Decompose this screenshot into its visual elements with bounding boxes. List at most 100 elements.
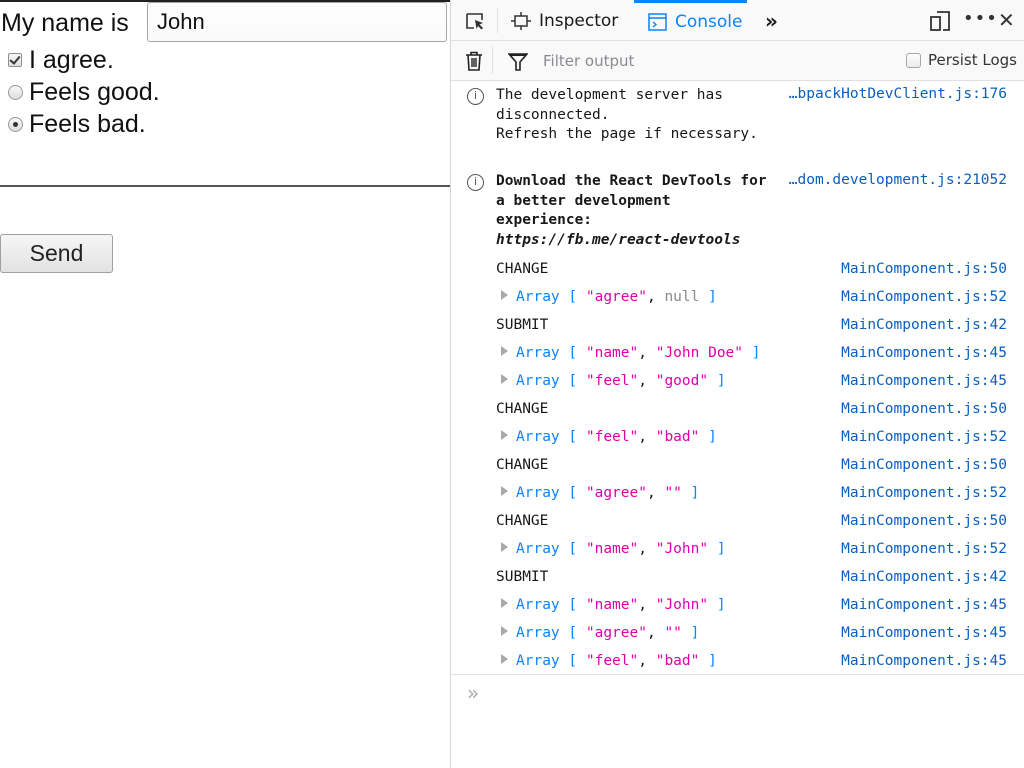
expand-triangle-icon[interactable] <box>501 290 508 300</box>
expand-triangle-icon[interactable] <box>501 541 508 552</box>
array-object[interactable]: Array [ "feel", "bad" ] <box>501 653 717 669</box>
bracket-close: ] <box>708 540 726 557</box>
array-keyword: Array <box>516 373 560 389</box>
log-row-array: Array [ "agree", null ] MainComponent.js:… <box>451 284 1024 312</box>
array-object[interactable]: Array [ "agree", "" ] <box>501 485 699 501</box>
more-tabs-icon[interactable]: » <box>765 9 778 33</box>
source-link[interactable]: MainComponent.js:50 <box>841 457 1007 473</box>
expand-triangle-icon[interactable] <box>501 429 508 440</box>
persist-logs-toggle[interactable]: Persist Logs <box>906 51 1017 69</box>
log-row: SUBMIT MainComponent.js:42 <box>451 564 1024 592</box>
filter-output-input[interactable] <box>535 47 865 75</box>
array-item: "bad" <box>655 428 700 445</box>
send-button[interactable]: Send <box>0 234 113 273</box>
feel-good-radio-row[interactable]: Feels good. <box>0 76 160 108</box>
log-row-array: Array [ "name", "John Doe" ] MainComponen… <box>451 340 1024 368</box>
dock-side-icon[interactable] <box>929 10 951 36</box>
feel-bad-radio[interactable] <box>8 116 23 132</box>
array-object[interactable]: Array [ "agree", null ] <box>501 289 717 305</box>
bracket-close: ] <box>743 345 761 361</box>
array-object[interactable]: Array [ "feel", "good" ] <box>501 373 726 389</box>
comma: , <box>638 345 656 361</box>
source-link[interactable]: MainComponent.js:45 <box>841 345 1007 361</box>
source-link[interactable]: MainComponent.js:42 <box>841 569 1007 585</box>
persist-logs-checkbox[interactable] <box>906 52 921 68</box>
source-link[interactable]: …bpackHotDevClient.js:176 <box>789 86 1007 102</box>
expand-triangle-icon[interactable] <box>501 346 508 356</box>
tab-console[interactable]: Console <box>634 0 747 41</box>
log-row: SUBMIT MainComponent.js:42 <box>451 312 1024 340</box>
log-row-array: Array [ "feel", "bad" ] MainComponent.js:… <box>451 648 1024 675</box>
source-link[interactable]: MainComponent.js:45 <box>841 625 1007 641</box>
web-page: My name is I agree. Feels good. Feels ba… <box>0 0 450 768</box>
array-item: "John" <box>655 540 709 557</box>
console-message: i The development server has disconnecte… <box>451 82 1024 166</box>
expand-triangle-icon[interactable] <box>501 653 508 664</box>
expand-triangle-icon[interactable] <box>501 597 508 608</box>
agree-label: I agree. <box>29 45 114 74</box>
source-link[interactable]: MainComponent.js:45 <box>841 597 1007 613</box>
source-link[interactable]: MainComponent.js:50 <box>841 401 1007 417</box>
comma: , <box>638 540 656 557</box>
close-icon[interactable]: ✕ <box>998 8 1015 32</box>
tab-inspector[interactable]: Inspector <box>511 0 618 41</box>
array-object[interactable]: Array [ "name", "John" ] <box>501 541 726 557</box>
comma: , <box>646 289 665 305</box>
message-text: The development server has disconnected.… <box>496 87 758 142</box>
source-link[interactable]: MainComponent.js:45 <box>841 653 1007 669</box>
log-row-array: Array [ "agree", "" ] MainComponent.js:52 <box>451 480 1024 508</box>
log-row-array: Array [ "name", "John" ] MainComponent.js… <box>451 536 1024 564</box>
agree-checkbox[interactable] <box>8 53 22 67</box>
feel-good-radio[interactable] <box>8 84 23 100</box>
name-input[interactable] <box>147 2 447 42</box>
comma: , <box>638 373 656 389</box>
name-row: My name is <box>0 2 129 44</box>
info-icon: i <box>467 88 484 105</box>
console-icon <box>648 13 667 31</box>
array-object[interactable]: Array [ "name", "John" ] <box>501 597 726 613</box>
array-object[interactable]: Array [ "agree", "" ] <box>501 625 699 641</box>
source-link[interactable]: MainComponent.js:52 <box>841 541 1007 557</box>
expand-triangle-icon[interactable] <box>501 485 508 496</box>
expand-triangle-icon[interactable] <box>501 374 508 384</box>
bracket-open: [ <box>559 540 586 557</box>
array-object[interactable]: Array [ "feel", "bad" ] <box>501 429 717 445</box>
bracket-open: [ <box>559 596 586 613</box>
comma: , <box>638 652 656 669</box>
source-link[interactable]: MainComponent.js:52 <box>841 485 1007 501</box>
array-item: "" <box>664 484 682 501</box>
toolbar-separator <box>497 8 498 33</box>
array-item: "" <box>664 624 682 641</box>
log-text: CHANGE <box>496 400 549 417</box>
source-link[interactable]: MainComponent.js:42 <box>841 317 1007 333</box>
comma: , <box>646 484 665 501</box>
source-link[interactable]: MainComponent.js:50 <box>841 261 1007 277</box>
comma: , <box>646 624 665 641</box>
array-keyword: Array <box>516 652 560 669</box>
console-input[interactable]: » <box>451 674 1024 768</box>
element-picker-icon[interactable] <box>465 11 485 31</box>
bracket-close: ] <box>708 373 726 389</box>
array-keyword: Array <box>516 624 560 641</box>
log-row-array: Array [ "feel", "good" ] MainComponent.js… <box>451 368 1024 396</box>
clear-console-icon[interactable] <box>465 51 483 75</box>
prompt-icon: » <box>467 681 480 705</box>
feel-bad-radio-row[interactable]: Feels bad. <box>0 108 146 140</box>
filter-separator <box>492 47 493 74</box>
inspector-icon <box>511 11 531 30</box>
source-link[interactable]: MainComponent.js:52 <box>841 429 1007 445</box>
array-keyword: Array <box>516 540 560 557</box>
source-link[interactable]: …dom.development.js:21052 <box>789 172 1007 188</box>
array-item: "good" <box>655 373 709 389</box>
source-link[interactable]: MainComponent.js:52 <box>841 289 1007 305</box>
array-item: "bad" <box>655 652 700 669</box>
source-link[interactable]: MainComponent.js:45 <box>841 373 1007 389</box>
bracket-open: [ <box>559 345 586 361</box>
feel-bad-label: Feels bad. <box>29 109 146 138</box>
bracket-close: ] <box>681 624 700 641</box>
array-object[interactable]: Array [ "name", "John Doe" ] <box>501 345 761 361</box>
agree-checkbox-row[interactable]: I agree. <box>0 44 114 76</box>
expand-triangle-icon[interactable] <box>501 625 508 636</box>
source-link[interactable]: MainComponent.js:50 <box>841 513 1007 529</box>
overflow-menu-icon[interactable]: ••• <box>963 8 998 29</box>
